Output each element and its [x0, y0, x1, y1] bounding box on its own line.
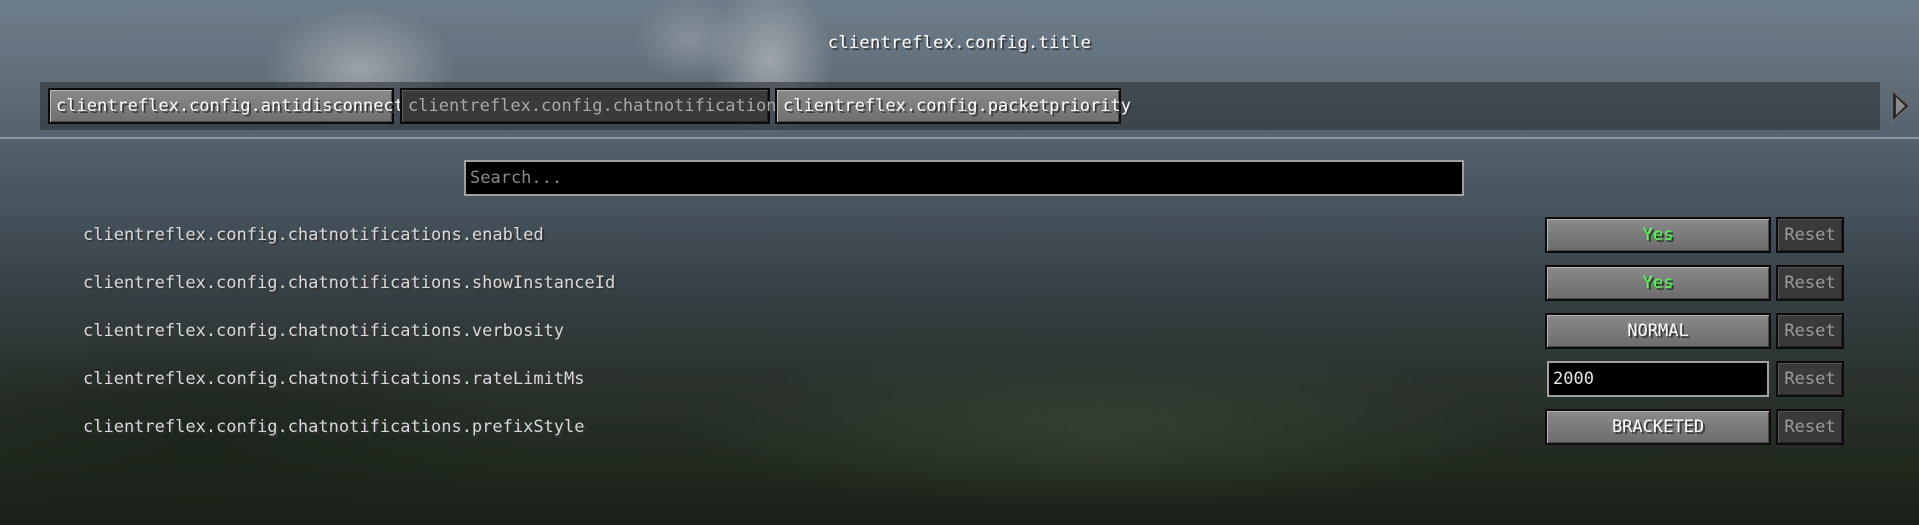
- option-row-verbosity: clientreflex.config.chatnotifications.ve…: [0, 311, 1919, 351]
- option-label: clientreflex.config.chatnotifications.sh…: [83, 273, 616, 293]
- reset-button[interactable]: Reset: [1776, 265, 1844, 301]
- tab-packetpriority[interactable]: clientreflex.config.packetpriority: [775, 88, 1131, 124]
- search-input[interactable]: [464, 160, 1464, 196]
- option-row-rate-limit: clientreflex.config.chatnotifications.ra…: [0, 359, 1919, 399]
- screen-title: clientreflex.config.title: [827, 33, 1092, 53]
- header-divider: [0, 137, 1919, 139]
- arrow-right-icon[interactable]: [1889, 88, 1913, 124]
- show-instance-id-toggle-button[interactable]: Yes: [1545, 265, 1771, 301]
- option-row-enabled: clientreflex.config.chatnotifications.en…: [0, 215, 1919, 255]
- tab-chatnotifications[interactable]: clientreflex.config.chatnotifications: [400, 88, 787, 124]
- reset-button[interactable]: Reset: [1776, 313, 1844, 349]
- category-tab-bar: clientreflex.config.antidisconnect clien…: [40, 82, 1880, 130]
- option-label: clientreflex.config.chatnotifications.pr…: [83, 417, 585, 437]
- option-row-prefix-style: clientreflex.config.chatnotifications.pr…: [0, 407, 1919, 447]
- enabled-toggle-button[interactable]: Yes: [1545, 217, 1771, 253]
- prefix-style-cycle-button[interactable]: BRACKETED: [1545, 409, 1771, 445]
- option-label: clientreflex.config.chatnotifications.ve…: [83, 321, 565, 341]
- tab-antidisconnect[interactable]: clientreflex.config.antidisconnect: [48, 88, 404, 124]
- reset-button[interactable]: Reset: [1776, 409, 1844, 445]
- reset-button[interactable]: Reset: [1776, 361, 1844, 397]
- option-label: clientreflex.config.chatnotifications.ra…: [83, 369, 585, 389]
- option-row-show-instance-id: clientreflex.config.chatnotifications.sh…: [0, 263, 1919, 303]
- rate-limit-input[interactable]: [1547, 361, 1769, 397]
- verbosity-cycle-button[interactable]: NORMAL: [1545, 313, 1771, 349]
- reset-button[interactable]: Reset: [1776, 217, 1844, 253]
- option-label: clientreflex.config.chatnotifications.en…: [83, 225, 544, 245]
